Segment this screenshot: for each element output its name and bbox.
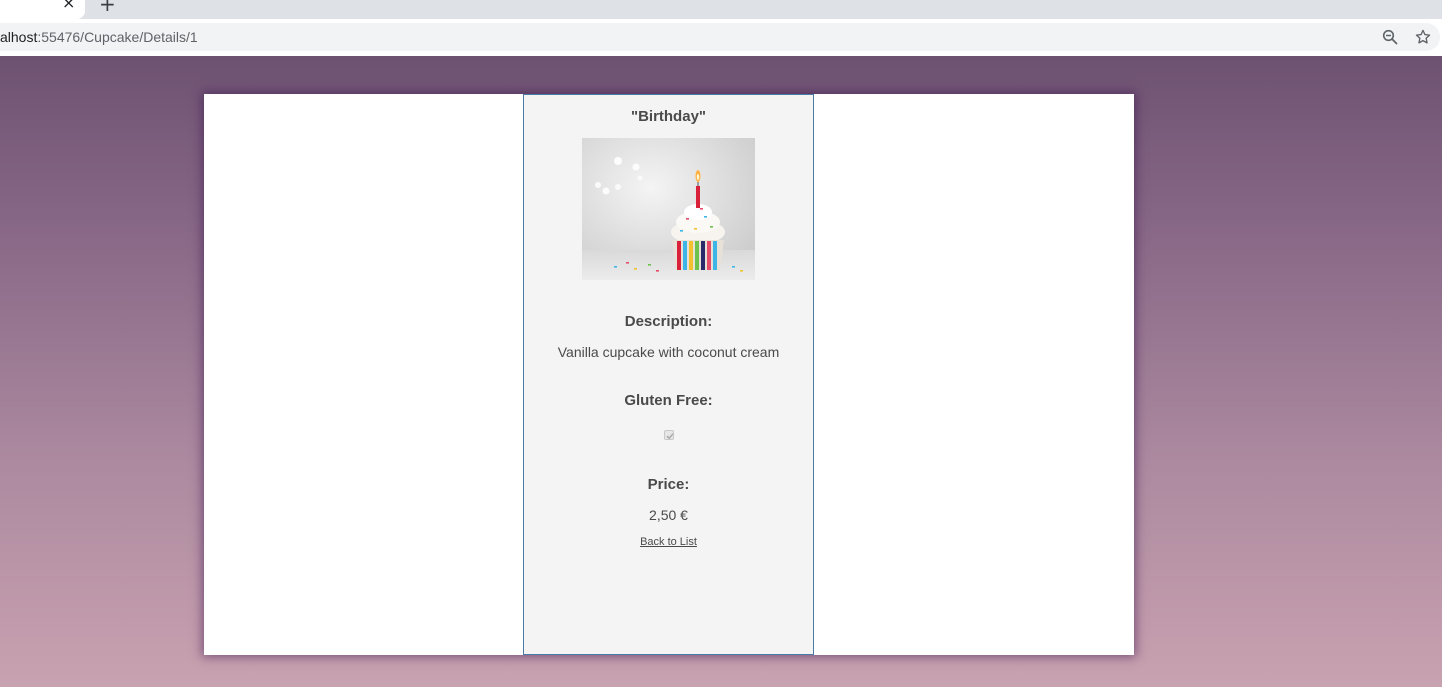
active-tab[interactable]: ×: [0, 0, 85, 19]
price-value: 2,50 €: [649, 507, 688, 523]
description-value: Vanilla cupcake with coconut cream: [557, 344, 780, 360]
content-card: "Birthday" Description: Vanilla cupcake …: [204, 94, 1134, 655]
page-viewport: "Birthday" Description: Vanilla cupcake …: [0, 56, 1442, 687]
gluten-free-label: Gluten Free:: [624, 392, 713, 409]
close-tab-icon[interactable]: ×: [62, 0, 75, 11]
back-to-list-link[interactable]: Back to List: [524, 536, 813, 548]
cupcake-name: "Birthday": [630, 108, 707, 125]
price-label: Price:: [647, 476, 690, 493]
new-tab-icon[interactable]: +: [99, 0, 116, 14]
url-text[interactable]: alhost:55476/Cupcake/Details/1: [0, 29, 198, 45]
bookmark-star-icon[interactable]: [1414, 28, 1432, 46]
gluten-free-checkbox: [664, 430, 674, 440]
zoom-out-icon[interactable]: [1382, 29, 1398, 45]
checkmark-icon: [666, 433, 674, 440]
tab-strip: × +: [0, 0, 1442, 19]
browser-toolbar: alhost:55476/Cupcake/Details/1: [0, 19, 1442, 56]
description-label: Description:: [624, 313, 713, 330]
cupcake-details-panel: "Birthday" Description: Vanilla cupcake …: [523, 94, 814, 655]
address-bar[interactable]: alhost:55476/Cupcake/Details/1: [0, 23, 1440, 51]
cupcake-image: [582, 138, 755, 280]
